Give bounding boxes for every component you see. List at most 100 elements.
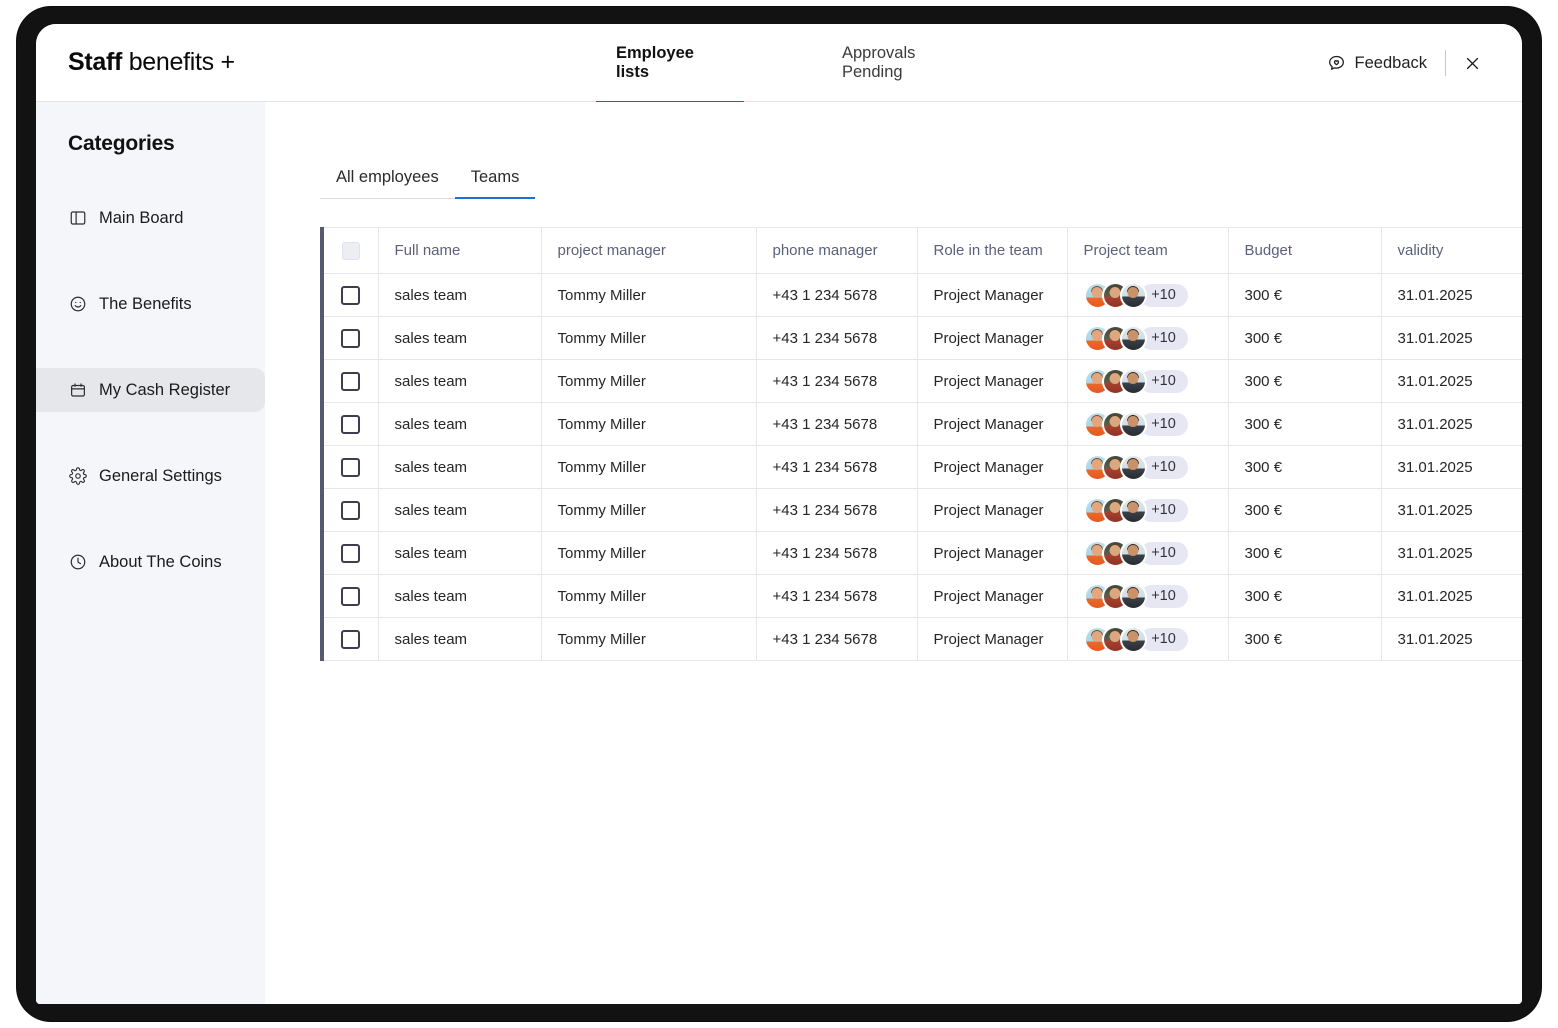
cell-role-in-the-team: Project Manager xyxy=(917,273,1068,317)
table-row[interactable]: sales team Tommy Miller +43 1 234 5678 Proj… xyxy=(324,445,1522,489)
row-select-cell xyxy=(324,402,379,446)
table-row[interactable]: sales team Tommy Miller +43 1 234 5678 Proj… xyxy=(324,402,1522,446)
close-button[interactable] xyxy=(1452,43,1492,83)
avatar xyxy=(1119,324,1147,352)
table-row[interactable]: sales team Tommy Miller +43 1 234 5678 Proj… xyxy=(324,531,1522,575)
cell-project-team: +10 xyxy=(1067,402,1229,446)
table-row[interactable]: sales team Tommy Miller +43 1 234 5678 Proj… xyxy=(324,574,1522,618)
avatar-group[interactable]: +10 xyxy=(1083,317,1212,359)
cell-budget: 300 € xyxy=(1228,531,1382,575)
sidebar-item-about-the-coins[interactable]: About The Coins xyxy=(36,540,265,584)
table-row[interactable]: sales team Tommy Miller +43 1 234 5678 Proj… xyxy=(324,316,1522,360)
feedback-button[interactable]: Feedback xyxy=(1327,54,1445,73)
column-header-budget[interactable]: Budget xyxy=(1228,227,1382,274)
avatar xyxy=(1119,453,1147,481)
tab-approvals-pending[interactable]: Approvals Pending xyxy=(822,24,982,102)
cell-validity: 31.01.2025 xyxy=(1381,402,1522,446)
cell-full-name: sales team xyxy=(378,488,542,532)
avatar-group[interactable]: +10 xyxy=(1083,489,1212,531)
sidebar-item-the-benefits[interactable]: The Benefits xyxy=(36,282,265,326)
avatar xyxy=(1119,496,1147,524)
cell-validity: 31.01.2025 xyxy=(1381,574,1522,618)
cell-phone-manager: +43 1 234 5678 xyxy=(756,574,918,618)
cell-phone-manager: +43 1 234 5678 xyxy=(756,488,918,532)
cell-project-manager: Tommy Miller xyxy=(541,316,757,360)
cell-validity: 31.01.2025 xyxy=(1381,445,1522,489)
avatar xyxy=(1119,367,1147,395)
table-row[interactable]: sales team Tommy Miller +43 1 234 5678 Proj… xyxy=(324,359,1522,403)
row-checkbox[interactable] xyxy=(341,371,361,391)
cell-validity: 31.01.2025 xyxy=(1381,488,1522,532)
cell-project-manager: Tommy Miller xyxy=(541,359,757,403)
cell-full-name: sales team xyxy=(378,359,542,403)
cell-validity: 31.01.2025 xyxy=(1381,531,1522,575)
row-checkbox[interactable] xyxy=(341,414,361,434)
cell-project-manager: Tommy Miller xyxy=(541,402,757,446)
column-header-project-manager[interactable]: project manager xyxy=(541,227,757,274)
brand-plus: + xyxy=(213,48,236,76)
row-select-cell xyxy=(324,531,379,575)
top-bar-actions: Feedback xyxy=(1327,24,1492,102)
row-checkbox[interactable] xyxy=(341,586,361,606)
row-checkbox[interactable] xyxy=(341,285,361,305)
table-row[interactable]: sales team Tommy Miller +43 1 234 5678 Proj… xyxy=(324,488,1522,532)
row-checkbox[interactable] xyxy=(341,500,361,520)
table-header: Full name project manager phone manager … xyxy=(324,227,1522,274)
cell-full-name: sales team xyxy=(378,402,542,446)
gear-icon xyxy=(68,467,87,486)
tab-employee-lists-label: Employee lists xyxy=(616,44,694,81)
column-header-project-team[interactable]: Project team xyxy=(1067,227,1229,274)
close-icon xyxy=(1464,55,1481,72)
sidebar-item-general-settings[interactable]: General Settings xyxy=(36,454,265,498)
cell-phone-manager: +43 1 234 5678 xyxy=(756,445,918,489)
avatar-group[interactable]: +10 xyxy=(1083,403,1212,445)
avatar-group[interactable]: +10 xyxy=(1083,360,1212,402)
calendar-icon xyxy=(68,381,87,400)
row-checkbox[interactable] xyxy=(341,543,361,563)
tab-all-employees-label: All employees xyxy=(336,168,439,186)
avatar-group[interactable]: +10 xyxy=(1083,618,1212,660)
table-row[interactable]: sales team Tommy Miller +43 1 234 5678 Proj… xyxy=(324,617,1522,661)
cell-project-manager: Tommy Miller xyxy=(541,617,757,661)
layout-panel-icon xyxy=(68,209,87,228)
cell-validity: 31.01.2025 xyxy=(1381,617,1522,661)
cell-phone-manager: +43 1 234 5678 xyxy=(756,617,918,661)
row-select-cell xyxy=(324,445,379,489)
tab-all-employees[interactable]: All employees xyxy=(320,168,455,198)
row-checkbox[interactable] xyxy=(341,629,361,649)
cell-phone-manager: +43 1 234 5678 xyxy=(756,531,918,575)
cell-role-in-the-team: Project Manager xyxy=(917,359,1068,403)
tab-teams[interactable]: Teams xyxy=(454,168,536,199)
column-header-role-in-the-team[interactable]: Role in the team xyxy=(917,227,1068,274)
cell-full-name: sales team xyxy=(378,273,542,317)
sidebar-item-main-board[interactable]: Main Board xyxy=(36,196,265,240)
cell-budget: 300 € xyxy=(1228,445,1382,489)
cell-role-in-the-team: Project Manager xyxy=(917,316,1068,360)
table-row[interactable]: sales team Tommy Miller +43 1 234 5678 Proj… xyxy=(324,273,1522,317)
sidebar-item-my-cash-register[interactable]: My Cash Register xyxy=(36,368,265,412)
avatar-group[interactable]: +10 xyxy=(1083,446,1212,488)
sidebar: Categories Main Board The Benefits My Ca… xyxy=(36,102,265,1004)
clock-icon xyxy=(68,553,87,572)
teams-table-container: Full name project manager phone manager … xyxy=(320,227,1522,661)
select-all-header-cell xyxy=(324,227,379,274)
column-header-validity[interactable]: validity xyxy=(1381,227,1522,274)
cell-full-name: sales team xyxy=(378,574,542,618)
cell-phone-manager: +43 1 234 5678 xyxy=(756,316,918,360)
avatar-group[interactable]: +10 xyxy=(1083,575,1212,617)
teams-table: Full name project manager phone manager … xyxy=(324,227,1522,661)
row-checkbox[interactable] xyxy=(341,328,361,348)
tab-employee-lists[interactable]: Employee lists xyxy=(596,24,744,103)
avatar-group[interactable]: +10 xyxy=(1083,274,1212,316)
cell-full-name: sales team xyxy=(378,617,542,661)
cell-project-manager: Tommy Miller xyxy=(541,273,757,317)
toolbar-divider xyxy=(1445,50,1446,76)
avatar-group[interactable]: +10 xyxy=(1083,532,1212,574)
avatar xyxy=(1119,625,1147,653)
column-header-phone-manager[interactable]: phone manager xyxy=(756,227,918,274)
select-all-checkbox[interactable] xyxy=(341,241,360,260)
row-checkbox[interactable] xyxy=(341,457,361,477)
cell-project-team: +10 xyxy=(1067,359,1229,403)
cell-full-name: sales team xyxy=(378,445,542,489)
column-header-full-name[interactable]: Full name xyxy=(378,227,542,274)
